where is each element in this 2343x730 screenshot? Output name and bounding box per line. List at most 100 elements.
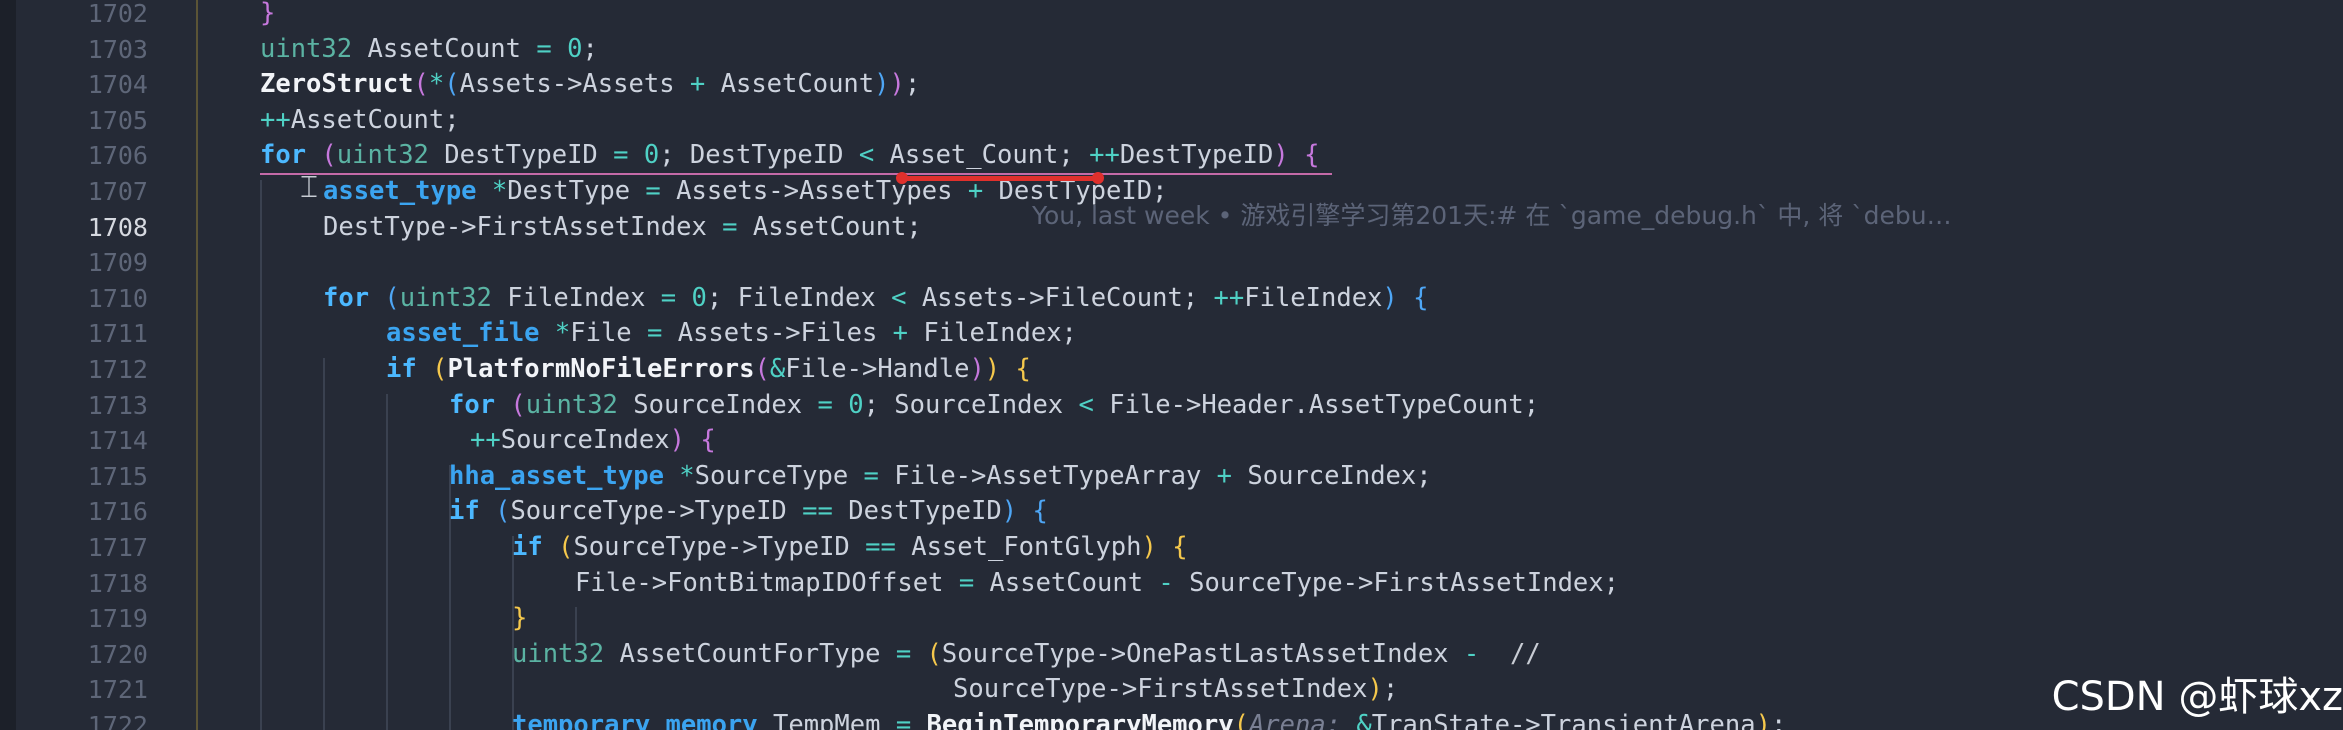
red-annotation-dot-end — [1092, 172, 1104, 184]
code-token: { — [1413, 282, 1429, 313]
code-token: 0 — [567, 33, 583, 64]
code-token: if — [386, 354, 417, 384]
code-token: AssetCount — [705, 69, 875, 100]
code-token: - — [1463, 638, 1480, 669]
code-token: Assets->Assets — [459, 69, 690, 100]
code-token: SourceIndex; — [1232, 460, 1432, 491]
code-token: 0 — [848, 389, 864, 420]
code-token: ( — [413, 69, 429, 100]
code-line[interactable]: uint32 AssetCountForType = (SourceType->… — [512, 637, 1541, 673]
code-token: ( — [754, 354, 770, 384]
line-number: 1711 — [87, 319, 148, 349]
code-token: FileIndex; — [908, 318, 1077, 349]
code-token: Assets->FileCount; — [906, 282, 1214, 313]
code-token: DestType->FirstAssetIndex — [323, 211, 723, 242]
code-token: = — [722, 211, 738, 242]
code-line[interactable]: if (PlatformNoFileErrors(&File->Handle))… — [386, 352, 1031, 388]
code-token: = — [817, 389, 833, 420]
activity-strip — [0, 0, 16, 730]
code-line[interactable]: SourceType->FirstAssetIndex); — [953, 672, 1398, 708]
code-line[interactable]: DestType->FirstAssetIndex = AssetCount; — [323, 210, 922, 246]
code-token: uint32 — [399, 282, 492, 313]
code-token: AssetCountForType — [604, 638, 896, 669]
code-line[interactable]: temporary_memory TempMem = BeginTemporar… — [512, 708, 1786, 730]
indent-guide — [260, 180, 262, 730]
code-token: < — [1078, 389, 1094, 420]
code-token: File->FontBitmapIDOffset — [575, 567, 959, 598]
code-line[interactable]: ++AssetCount; — [260, 103, 460, 139]
code-token: AssetCount — [974, 567, 1159, 598]
code-line[interactable]: asset_file *File = Assets->Files + FileI… — [386, 316, 1077, 352]
indent-guide — [386, 393, 388, 730]
line-number: 1708 — [87, 212, 148, 242]
code-token: ++ — [470, 425, 501, 456]
code-token: * — [554, 318, 571, 349]
code-token: = — [863, 460, 879, 491]
code-line[interactable]: } — [512, 601, 527, 637]
code-line[interactable]: for (uint32 DestTypeID = 0; DestTypeID <… — [260, 138, 1319, 174]
code-token: { — [700, 425, 716, 456]
code-token: * — [428, 69, 445, 100]
code-line[interactable]: for (uint32 FileIndex = 0; FileIndex < A… — [323, 281, 1428, 317]
code-token: File->Header.AssetTypeCount; — [1093, 389, 1540, 420]
code-token: ; — [582, 33, 598, 64]
code-token: ; FileIndex — [706, 282, 892, 313]
code-token: asset_file — [386, 318, 540, 349]
code-token: { — [1032, 496, 1048, 527]
code-line[interactable]: uint32 AssetCount = 0; — [260, 32, 598, 68]
code-token: ; SourceIndex — [863, 389, 1079, 420]
code-token: < — [891, 282, 907, 313]
code-token: DestTypeID — [832, 496, 1002, 527]
code-line[interactable]: File->FontBitmapIDOffset = AssetCount - … — [575, 566, 1619, 602]
code-token: AssetCount — [352, 33, 537, 64]
code-token: asset_type — [323, 176, 477, 206]
code-token: ) — [669, 425, 685, 456]
code-line[interactable]: if (SourceType->TypeID == DestTypeID) { — [449, 494, 1048, 530]
code-token: File->AssetTypeArray — [878, 460, 1217, 491]
code-token: DestTypeID — [428, 140, 614, 171]
code-token: ( — [510, 389, 526, 420]
code-token: + — [892, 318, 909, 349]
code-token: = — [613, 140, 629, 171]
bracket-match-underline — [260, 173, 1332, 175]
code-token: for — [449, 389, 496, 420]
code-token: uint32 — [336, 140, 429, 171]
code-token: { — [1304, 140, 1320, 171]
code-token: Assets->Files — [662, 318, 893, 349]
code-token: ) — [1755, 710, 1771, 730]
code-token: if — [512, 532, 543, 562]
code-token: SourceIndex — [500, 425, 670, 456]
code-token: ; — [1770, 710, 1787, 730]
watermark: CSDN @虾球xz — [2051, 674, 2343, 720]
code-token: ++ — [260, 104, 291, 135]
code-token: DestType — [507, 176, 646, 206]
code-line[interactable]: } — [260, 0, 275, 32]
code-token: = — [660, 282, 677, 313]
code-line[interactable]: if (SourceType->TypeID == Asset_FontGlyp… — [512, 530, 1188, 566]
code-token: == — [865, 532, 896, 562]
code-token: if — [449, 496, 480, 527]
code-token: SourceType->FirstAssetIndex — [953, 674, 1368, 705]
code-line[interactable]: ++SourceIndex) { — [470, 423, 716, 459]
code-token: SourceType->TypeID — [510, 496, 803, 527]
code-line[interactable]: hha_asset_type *SourceType = File->Asset… — [449, 459, 1432, 495]
code-token: Arena: — [1248, 710, 1342, 730]
code-token: ) — [1001, 496, 1018, 527]
code-editor[interactable]: 1702 1703 1704 1705 1706 1707 1708 1709 1710 1711… — [0, 0, 2343, 730]
code-token: // — [1509, 638, 1541, 669]
line-number: 1715 — [87, 461, 148, 491]
code-line[interactable]: ZeroStruct(*(Assets->Assets + AssetCount… — [260, 67, 920, 103]
code-token: File — [570, 318, 648, 349]
code-token: hha_asset_type — [449, 460, 664, 491]
line-number: 1713 — [87, 390, 148, 420]
code-line[interactable]: for (uint32 SourceIndex = 0; SourceIndex… — [449, 388, 1539, 424]
